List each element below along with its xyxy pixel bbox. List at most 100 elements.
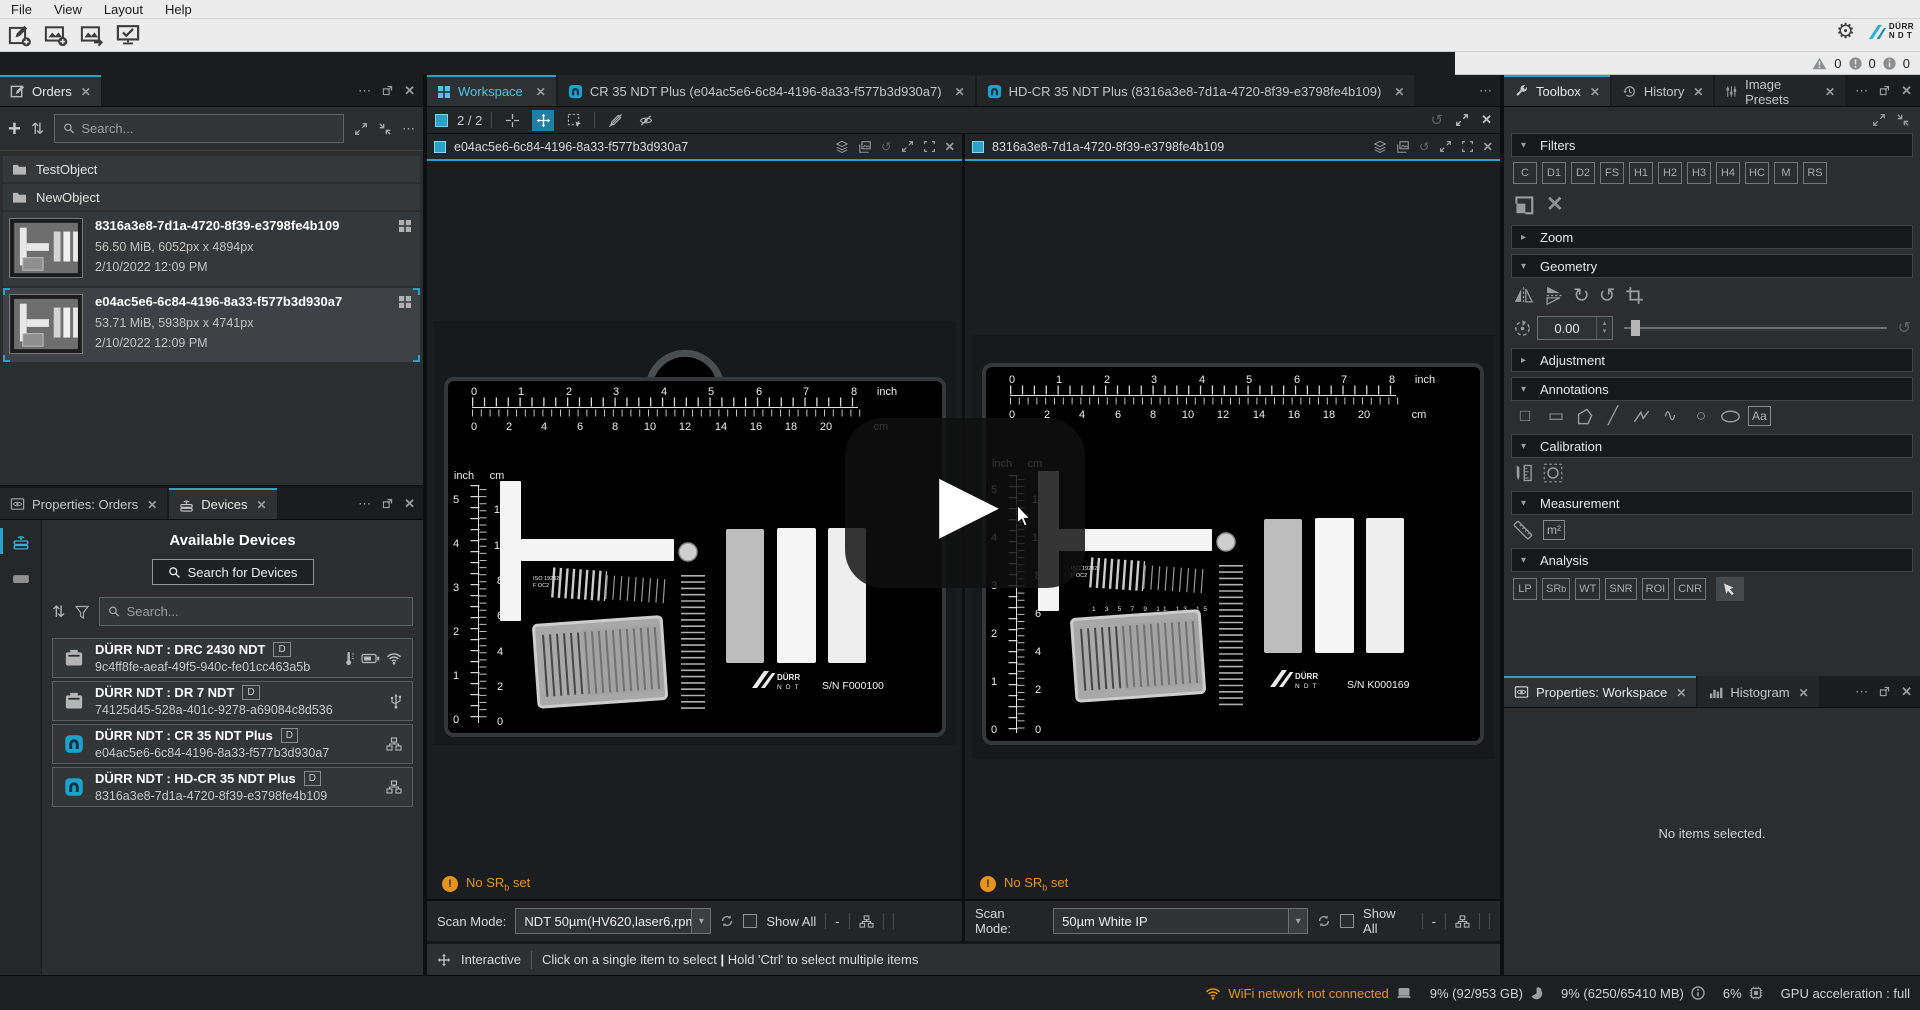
analysis-picker-button[interactable] (1716, 577, 1744, 601)
close-icon[interactable]: ✕ (1483, 139, 1493, 154)
annotation-curve-icon[interactable]: ∿ (1658, 406, 1682, 426)
analysis-cnr-button[interactable]: CNR (1674, 578, 1706, 600)
expand-sections-icon[interactable] (1872, 113, 1886, 127)
filter-h3-button[interactable]: H3 (1687, 162, 1711, 184)
filter-hc-button[interactable]: HC (1745, 162, 1769, 184)
angle-slider[interactable] (1624, 316, 1887, 340)
order-item-selected[interactable]: e04ac5e6-6c84-4196-8a33-f577b3d930a7 53.… (3, 288, 420, 362)
filter-icon[interactable] (75, 605, 89, 619)
filter-h1-button[interactable]: H1 (1629, 162, 1653, 184)
annotation-text-icon[interactable]: Aa (1748, 406, 1771, 426)
filter-d2-button[interactable]: D2 (1571, 162, 1595, 184)
video-play-overlay[interactable]: ▶ (845, 418, 1085, 588)
gallery-icon[interactable] (1396, 140, 1410, 154)
refresh-icon[interactable] (1317, 914, 1331, 928)
close-icon[interactable]: ✕ (1590, 85, 1600, 99)
device-row-dr7[interactable]: DÜRR NDT : DR 7 NDTD 74125d45-528a-401c-… (52, 681, 413, 721)
close-icon[interactable]: ✕ (404, 496, 415, 512)
popout-icon[interactable] (381, 84, 394, 97)
tab-history[interactable]: History ✕ (1612, 75, 1714, 106)
tab-cr35[interactable]: CR 35 NDT Plus (e04ac5e6-6c84-4196-8a33-… (558, 75, 975, 106)
close-icon[interactable]: ✕ (536, 85, 546, 99)
filter-h4-button[interactable]: H4 (1716, 162, 1740, 184)
more-options-icon[interactable]: ⋯ (402, 121, 415, 137)
section-measurement[interactable]: ▾Measurement (1511, 491, 1913, 515)
tab-properties-orders[interactable]: Properties: Orders ✕ (0, 488, 167, 519)
analysis-snr-button[interactable]: SNR (1605, 578, 1636, 600)
viewer-header[interactable]: e04ac5e6-6c84-4196-8a33-f577b3d930a7 ↺ ✕ (427, 134, 962, 159)
rail-devices-flat[interactable] (0, 564, 41, 594)
annotation-rectangle-icon[interactable]: ▭ (1544, 406, 1568, 426)
annotation-ellipse-icon[interactable] (1720, 409, 1741, 424)
show-all-checkbox[interactable] (743, 914, 757, 928)
annotation-square-icon[interactable]: □ (1513, 406, 1537, 426)
select-tool-button[interactable] (563, 110, 585, 131)
analysis-wt-button[interactable]: WT (1575, 578, 1600, 600)
measure-area-icon[interactable]: m² (1543, 520, 1565, 540)
section-calibration[interactable]: ▾Calibration (1511, 434, 1913, 458)
panel-menu-icon[interactable]: ⋯ (1855, 684, 1868, 700)
collapse-sections-icon[interactable] (1896, 113, 1910, 127)
rail-devices-available[interactable] (0, 526, 41, 556)
flip-horizontal-icon[interactable] (1513, 286, 1534, 305)
filter-fs-button[interactable]: FS (1600, 162, 1624, 184)
filter-h2-button[interactable]: H2 (1658, 162, 1682, 184)
panel-menu-icon[interactable]: ⋯ (1855, 83, 1868, 99)
grid-view-icon[interactable] (398, 219, 412, 233)
devices-search-input[interactable] (127, 604, 404, 619)
section-filters[interactable]: ▾Filters (1511, 133, 1913, 157)
close-icon[interactable]: ✕ (147, 498, 157, 512)
menu-layout[interactable]: Layout (93, 2, 154, 17)
tab-hdcr35[interactable]: HD-CR 35 NDT Plus (8316a3e8-7d1a-4720-8f… (977, 75, 1415, 106)
maximize-icon[interactable] (1455, 113, 1469, 127)
section-zoom[interactable]: ▸Zoom (1511, 225, 1913, 249)
clear-filter-icon[interactable]: ✕ (1546, 192, 1564, 217)
search-for-devices-button[interactable]: Search for Devices (152, 559, 314, 585)
scan-mode-select[interactable]: NDT 50µm(HV620,laser6,rpm3000) ▾ (515, 908, 711, 934)
close-icon[interactable]: ✕ (1693, 85, 1703, 99)
panel-menu-icon[interactable]: ⋯ (358, 83, 371, 99)
annotation-polyline-icon[interactable] (1632, 407, 1651, 426)
frame-icon[interactable] (923, 140, 936, 153)
new-order-button[interactable] (4, 21, 36, 49)
section-adjustment[interactable]: ▸Adjustment (1511, 348, 1913, 372)
maximize-icon[interactable] (1439, 140, 1452, 153)
section-geometry[interactable]: ▾Geometry (1511, 254, 1913, 278)
filter-c-button[interactable]: C (1513, 162, 1537, 184)
crop-icon[interactable] (1625, 286, 1644, 305)
refresh-icon[interactable] (720, 914, 734, 928)
sort-button[interactable]: ⇅ (31, 119, 44, 139)
analysis-srb-button[interactable]: SRb (1542, 578, 1570, 600)
move-tool-button[interactable] (532, 110, 554, 131)
gallery-icon[interactable] (858, 140, 872, 154)
close-icon[interactable]: ✕ (1394, 85, 1404, 99)
tab-overflow-icon[interactable]: ⋯ (1479, 83, 1492, 99)
scan-mode-select[interactable]: 50µm White IP ▾ (1053, 908, 1308, 934)
menu-view[interactable]: View (43, 2, 93, 17)
tab-devices[interactable]: Devices ✕ (169, 488, 276, 519)
close-icon[interactable]: ✕ (955, 85, 965, 99)
folder-newobject[interactable]: NewObject (3, 184, 420, 210)
annotation-polygon-icon[interactable] (1575, 407, 1594, 426)
filter-d1-button[interactable]: D1 (1542, 162, 1566, 184)
orders-search-input[interactable] (81, 121, 335, 136)
layers-icon[interactable] (835, 140, 849, 154)
measure-length-icon[interactable] (1513, 520, 1533, 540)
tab-toolbox[interactable]: Toolbox ✕ (1504, 75, 1610, 106)
rotate-angle-icon[interactable] (1513, 319, 1532, 338)
device-row-drc2430[interactable]: DÜRR NDT : DRC 2430 NDTD 9c4ff8fe-aeaf-4… (52, 638, 413, 678)
tab-image-presets[interactable]: Image Presets ✕ (1715, 75, 1845, 106)
device-row-cr35[interactable]: DÜRR NDT : CR 35 NDT PlusD e04ac5e6-6c84… (52, 724, 413, 764)
rotate-cw-icon[interactable]: ↻ (1573, 283, 1590, 308)
annotations-toggle-button[interactable] (604, 110, 626, 131)
menu-file[interactable]: File (0, 2, 43, 17)
crosshair-tool-button[interactable] (501, 110, 523, 131)
panel-menu-icon[interactable]: ⋯ (358, 496, 371, 512)
tab-properties-workspace[interactable]: Properties: Workspace ✕ (1504, 676, 1696, 707)
info-circle-icon[interactable] (1883, 57, 1896, 70)
warning-triangle-icon[interactable] (1812, 57, 1827, 70)
expand-all-icon[interactable] (354, 122, 368, 136)
collapse-all-icon[interactable] (378, 122, 392, 136)
layers-icon[interactable] (1373, 140, 1387, 154)
close-icon[interactable]: ✕ (1481, 112, 1492, 128)
